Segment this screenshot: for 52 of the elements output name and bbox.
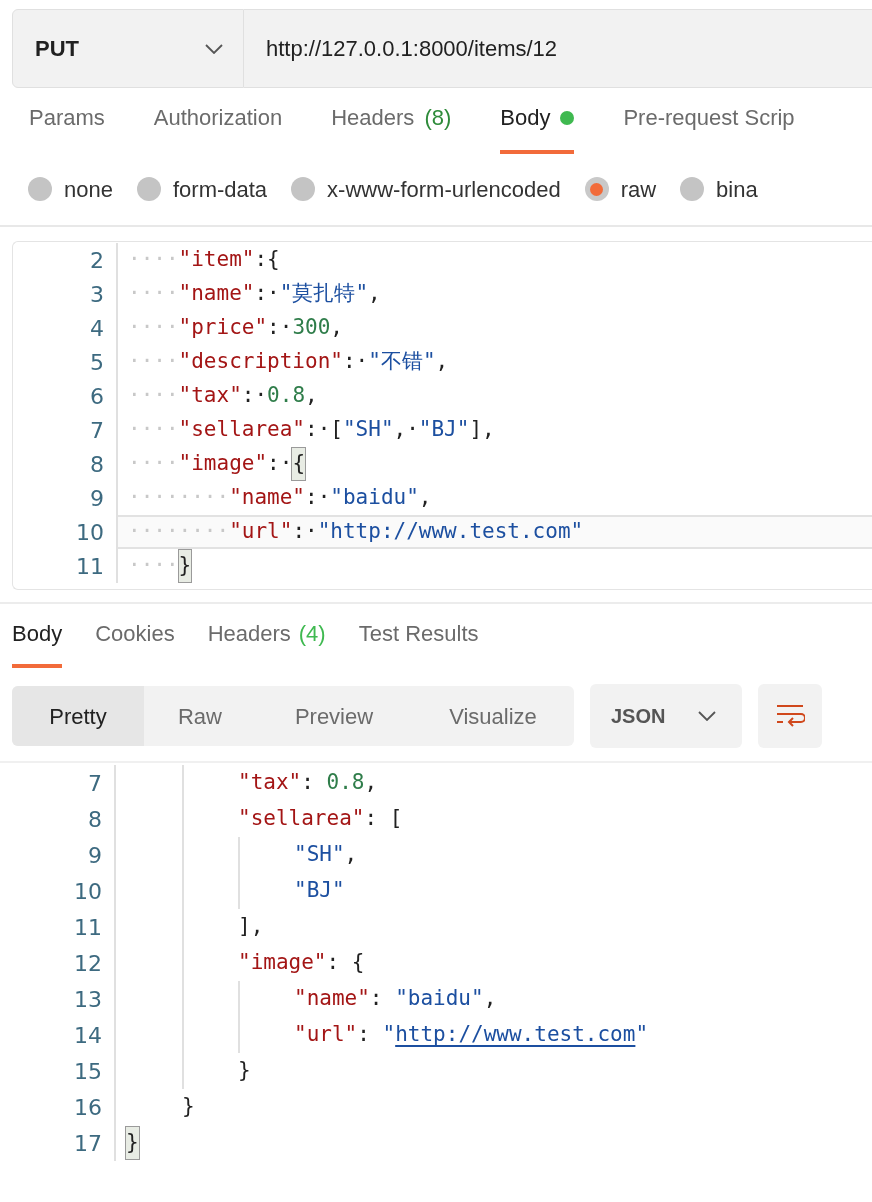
method-dropdown[interactable]: PUT [12, 9, 244, 88]
url-field[interactable]: http://127.0.0.1:8000/items/12 [244, 9, 872, 88]
line-number: 6 [89, 382, 105, 411]
line-number: 9 [89, 484, 105, 513]
chevron-down-icon [698, 711, 716, 721]
format-dropdown[interactable]: JSON [590, 684, 742, 748]
line-number: 3 [89, 280, 105, 309]
line-number: 17 [73, 1129, 103, 1158]
line-number: 10 [75, 518, 105, 547]
line-number: 8 [87, 805, 103, 834]
view-mode-tab[interactable]: Preview [256, 686, 412, 746]
request-tab[interactable]: Headers (8) [331, 101, 452, 154]
response-tab[interactable]: Test Results [358, 617, 479, 668]
request-body-editor[interactable] [12, 241, 872, 590]
view-mode-tab[interactable]: Raw [144, 686, 256, 746]
radio-button[interactable] [136, 177, 161, 201]
radio-label[interactable]: none [64, 172, 113, 206]
radio-button[interactable] [291, 177, 316, 201]
request-tab[interactable]: Body [500, 101, 575, 154]
radio-label[interactable]: form-data [172, 172, 268, 206]
radio-button[interactable] [28, 177, 52, 201]
response-tab[interactable]: Body [12, 617, 63, 668]
line-number: 15 [73, 1057, 103, 1086]
view-mode-tab[interactable]: Pretty [12, 686, 144, 746]
line-number: 9 [87, 841, 103, 870]
line-number: 16 [73, 1093, 103, 1122]
wrap-lines-icon [775, 703, 805, 729]
line-number: 10 [73, 877, 103, 906]
wrap-lines-button[interactable] [758, 684, 822, 748]
line-number: 7 [87, 769, 103, 798]
radio-label[interactable]: raw [620, 172, 657, 206]
line-number: 4 [89, 314, 105, 343]
chevron-down-icon [205, 43, 223, 54]
line-number: 13 [73, 985, 103, 1014]
line-number: 14 [73, 1021, 103, 1050]
response-tab[interactable]: Cookies [95, 617, 175, 668]
radio-label[interactable]: x-www-form-urlencoded [327, 172, 561, 206]
radio-button[interactable] [584, 177, 609, 201]
radio-button[interactable] [680, 177, 705, 201]
line-number: 12 [73, 949, 103, 978]
line-number: 2 [89, 246, 105, 275]
line-number: 11 [73, 913, 103, 942]
line-number: 8 [89, 450, 105, 479]
line-number: 7 [89, 416, 105, 445]
request-tab[interactable]: Params [29, 101, 105, 154]
response-tab[interactable]: Headers (4) [207, 617, 326, 668]
line-number: 5 [89, 348, 105, 377]
request-tab[interactable]: Pre-request Scrip [623, 101, 795, 154]
request-tab[interactable]: Authorization [153, 101, 283, 154]
radio-label[interactable]: bina [716, 172, 758, 206]
line-number: 11 [75, 552, 105, 581]
view-mode-tab[interactable]: Visualize [412, 686, 574, 746]
